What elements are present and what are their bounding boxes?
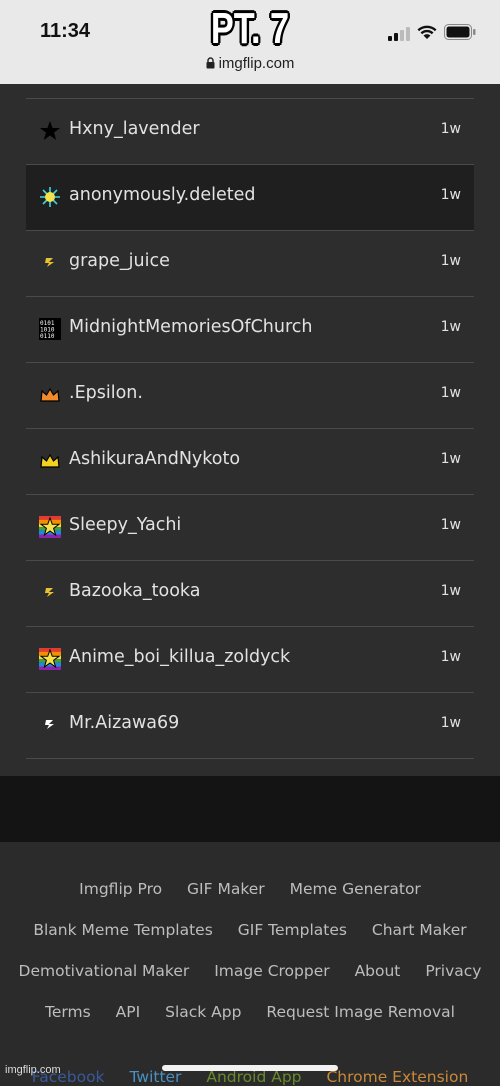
user-list: Hxny_lavender 1w anonymously.deleted 1w grap… — [26, 98, 474, 759]
crown-gold-icon — [39, 450, 61, 472]
star-icon — [39, 120, 61, 142]
footer-row-2: Blank Meme Templates GIF Templates Chart… — [0, 921, 500, 939]
username[interactable]: Anime_boi_killua_zoldyck — [69, 647, 290, 667]
meme-caption: PT. 7 — [210, 4, 290, 53]
user-row[interactable]: Hxny_lavender 1w — [26, 99, 474, 165]
chrome-extension-link[interactable]: Chrome Extension — [326, 1068, 468, 1086]
site-footer: Imgflip Pro GIF Maker Meme Generator Bla… — [0, 842, 500, 1086]
battery-icon — [444, 24, 476, 40]
separator-band — [0, 776, 500, 842]
user-row[interactable]: .Epsilon. 1w — [26, 363, 474, 429]
footer-link[interactable]: Meme Generator — [290, 880, 421, 898]
time-ago: 1w — [440, 253, 461, 269]
footer-link[interactable]: Terms — [45, 1003, 91, 1021]
bolt-icon — [39, 252, 61, 274]
footer-row-3: Demotivational Maker Image Cropper About… — [0, 962, 500, 980]
time-ago: 1w — [440, 583, 461, 599]
address-bar[interactable]: imgflip.com — [0, 55, 500, 72]
user-row[interactable]: 0101 1010 0110 MidnightMemoriesOfChurch 1w — [26, 297, 474, 363]
footer-link[interactable]: Blank Meme Templates — [33, 921, 212, 939]
username[interactable]: Bazooka_tooka — [69, 581, 200, 601]
username[interactable]: AshikuraAndNykoto — [69, 449, 240, 469]
footer-link[interactable]: API — [116, 1003, 141, 1021]
time-ago: 1w — [440, 649, 461, 665]
bolt-icon — [39, 582, 61, 604]
home-indicator[interactable] — [162, 1065, 338, 1071]
footer-link[interactable]: GIF Maker — [187, 880, 265, 898]
username[interactable]: Sleepy_Yachi — [69, 515, 181, 535]
user-row[interactable]: grape_juice 1w — [26, 231, 474, 297]
crown-orange-icon — [39, 384, 61, 406]
sun-icon — [39, 186, 61, 208]
footer-link[interactable]: Slack App — [165, 1003, 241, 1021]
url-text: imgflip.com — [218, 55, 295, 72]
username[interactable]: grape_juice — [69, 251, 170, 271]
binary-icon: 0101 1010 0110 — [39, 318, 61, 340]
time-ago: 1w — [440, 187, 461, 203]
time-ago: 1w — [440, 715, 461, 731]
footer-link[interactable]: Imgflip Pro — [79, 880, 162, 898]
footer-link[interactable]: Chart Maker — [372, 921, 467, 939]
rainbow-star-icon — [39, 516, 61, 538]
footer-link[interactable]: About — [355, 962, 401, 980]
svg-text:0110: 0110 — [40, 333, 55, 340]
user-row[interactable]: anonymously.deleted 1w — [26, 165, 474, 231]
footer-link[interactable]: Demotivational Maker — [19, 962, 190, 980]
username[interactable]: anonymously.deleted — [69, 185, 255, 205]
bolt-white-icon — [39, 714, 61, 736]
user-row[interactable]: Bazooka_tooka 1w — [26, 561, 474, 627]
username[interactable]: Mr.Aizawa69 — [69, 713, 179, 733]
time-ago: 1w — [440, 451, 461, 467]
username[interactable]: MidnightMemoriesOfChurch — [69, 317, 313, 337]
rainbow-star-icon — [39, 648, 61, 670]
watermark: imgflip.com — [5, 1064, 61, 1076]
time-ago: 1w — [440, 517, 461, 533]
footer-row-1: Imgflip Pro GIF Maker Meme Generator — [0, 880, 500, 898]
footer-link[interactable]: Request Image Removal — [266, 1003, 455, 1021]
footer-link[interactable]: GIF Templates — [238, 921, 347, 939]
footer-row-4: Terms API Slack App Request Image Remova… — [0, 1003, 500, 1021]
footer-link[interactable]: Privacy — [425, 962, 481, 980]
lock-icon — [206, 57, 215, 69]
footer-link[interactable]: Image Cropper — [214, 962, 329, 980]
user-row[interactable]: Sleepy_Yachi 1w — [26, 495, 474, 561]
user-row[interactable]: AshikuraAndNykoto 1w — [26, 429, 474, 495]
username[interactable]: .Epsilon. — [69, 383, 143, 403]
username[interactable]: Hxny_lavender — [69, 119, 200, 139]
user-row[interactable]: Anime_boi_killua_zoldyck 1w — [26, 627, 474, 693]
time-ago: 1w — [440, 385, 461, 401]
time-ago: 1w — [440, 121, 461, 137]
user-row[interactable]: Mr.Aizawa69 1w — [26, 693, 474, 759]
user-list-panel: Hxny_lavender 1w anonymously.deleted 1w grap… — [0, 84, 500, 776]
time-ago: 1w — [440, 319, 461, 335]
